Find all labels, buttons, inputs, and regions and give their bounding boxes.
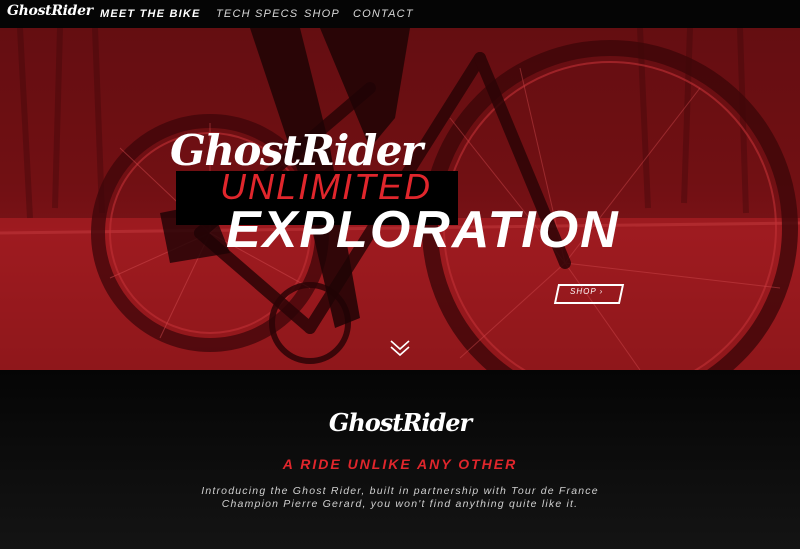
- double-chevron-down-icon[interactable]: [389, 338, 411, 358]
- nav-link-contact[interactable]: CONTACT: [353, 8, 414, 20]
- hero-title-line2: EXPLORATION: [226, 201, 620, 259]
- intro-heading: A RIDE UNLIKE ANY OTHER: [282, 456, 518, 472]
- intro-logo: GhostRider: [328, 408, 472, 437]
- shop-button-label[interactable]: SHOP ›: [570, 287, 603, 296]
- nav-link-meet-the-bike[interactable]: MEET THE BIKE: [100, 8, 201, 20]
- intro-section: GhostRider A RIDE UNLIKE ANY OTHER Intro…: [0, 370, 800, 549]
- chevron-right-icon: ›: [599, 287, 604, 296]
- top-nav: GhostRider MEET THE BIKE TECH SPECS SHOP…: [0, 0, 800, 28]
- intro-description-line2: Champion Pierre Gerard, you won't find a…: [221, 498, 579, 510]
- hero-banner: GhostRider UNLIMITED EXPLORATION SHOP ›: [0, 28, 800, 370]
- page: GhostRider MEET THE BIKE TECH SPECS SHOP…: [0, 0, 800, 549]
- nav-logo[interactable]: GhostRider: [7, 3, 93, 19]
- intro-description-line1: Introducing the Ghost Rider, built in pa…: [201, 485, 599, 497]
- nav-link-shop[interactable]: SHOP: [304, 8, 340, 20]
- nav-link-tech-specs[interactable]: TECH SPECS: [216, 8, 298, 20]
- intro-description: Introducing the Ghost Rider, built in pa…: [150, 485, 650, 511]
